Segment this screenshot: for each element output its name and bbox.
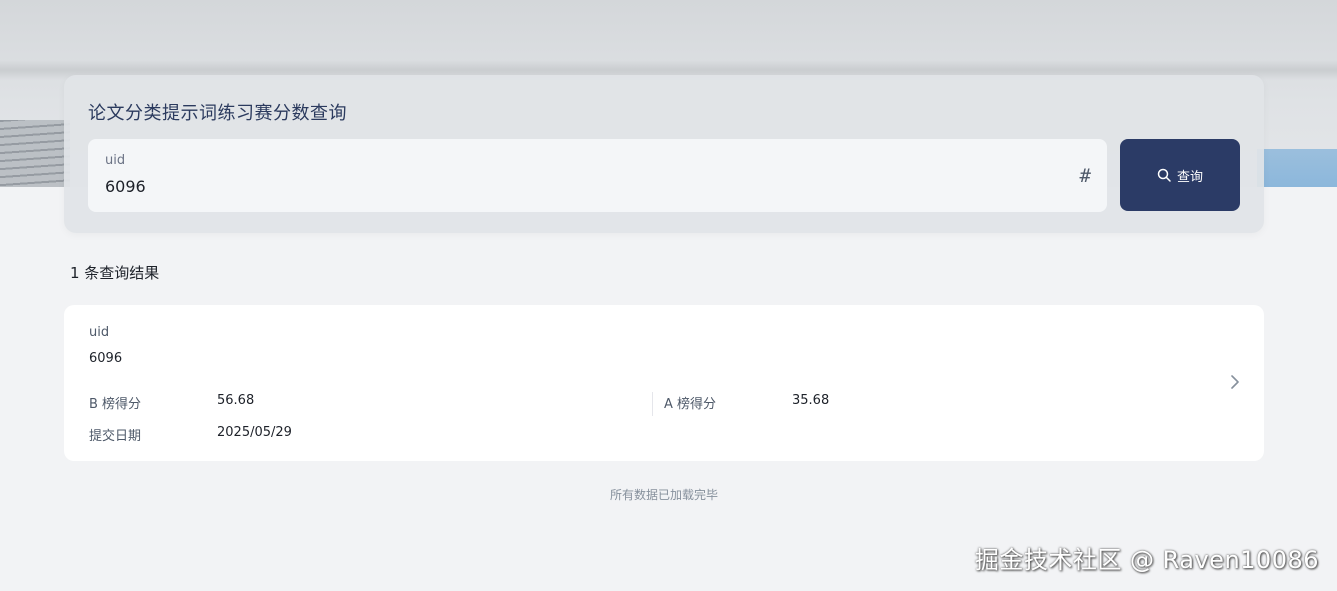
watermark: 掘金技术社区 @ Raven10086 [974, 546, 1319, 574]
a-score-value: 35.68 [792, 393, 830, 408]
date-label: 提交日期 [89, 429, 142, 444]
hero-sky-decoration [1257, 149, 1337, 187]
page-title: 论文分类提示词练习赛分数查询 [88, 103, 347, 124]
date-value: 2025/05/29 [217, 425, 292, 440]
hash-icon: # [1079, 165, 1091, 187]
search-icon [1157, 168, 1171, 182]
a-score-label: A 榜得分 [664, 397, 717, 412]
query-card: 论文分类提示词练习赛分数查询 uid # 查询 [64, 75, 1264, 233]
result-card[interactable]: uid 6096 B 榜得分 56.68 A 榜得分 35.68 提交日期 20… [64, 305, 1264, 461]
hero-stripe-decoration [0, 120, 70, 187]
b-score-label: B 榜得分 [89, 397, 142, 412]
load-complete-note: 所有数据已加载完毕 [609, 488, 718, 502]
result-count: 1 条查询结果 [70, 264, 160, 282]
chevron-right-icon[interactable] [1228, 373, 1242, 391]
uid-field-label: uid [105, 153, 126, 168]
uid-input[interactable] [105, 177, 1005, 196]
b-score-value: 56.68 [217, 393, 255, 408]
uid-field[interactable]: uid # [88, 139, 1107, 212]
column-divider [652, 392, 653, 416]
result-uid-label: uid [89, 325, 110, 340]
search-button-label: 查询 [1176, 169, 1203, 185]
page: 论文分类提示词练习赛分数查询 uid # 查询 1 条查询结果 uid 6096… [0, 0, 1337, 591]
result-uid-value: 6096 [89, 351, 123, 366]
search-button[interactable]: 查询 [1120, 139, 1240, 211]
